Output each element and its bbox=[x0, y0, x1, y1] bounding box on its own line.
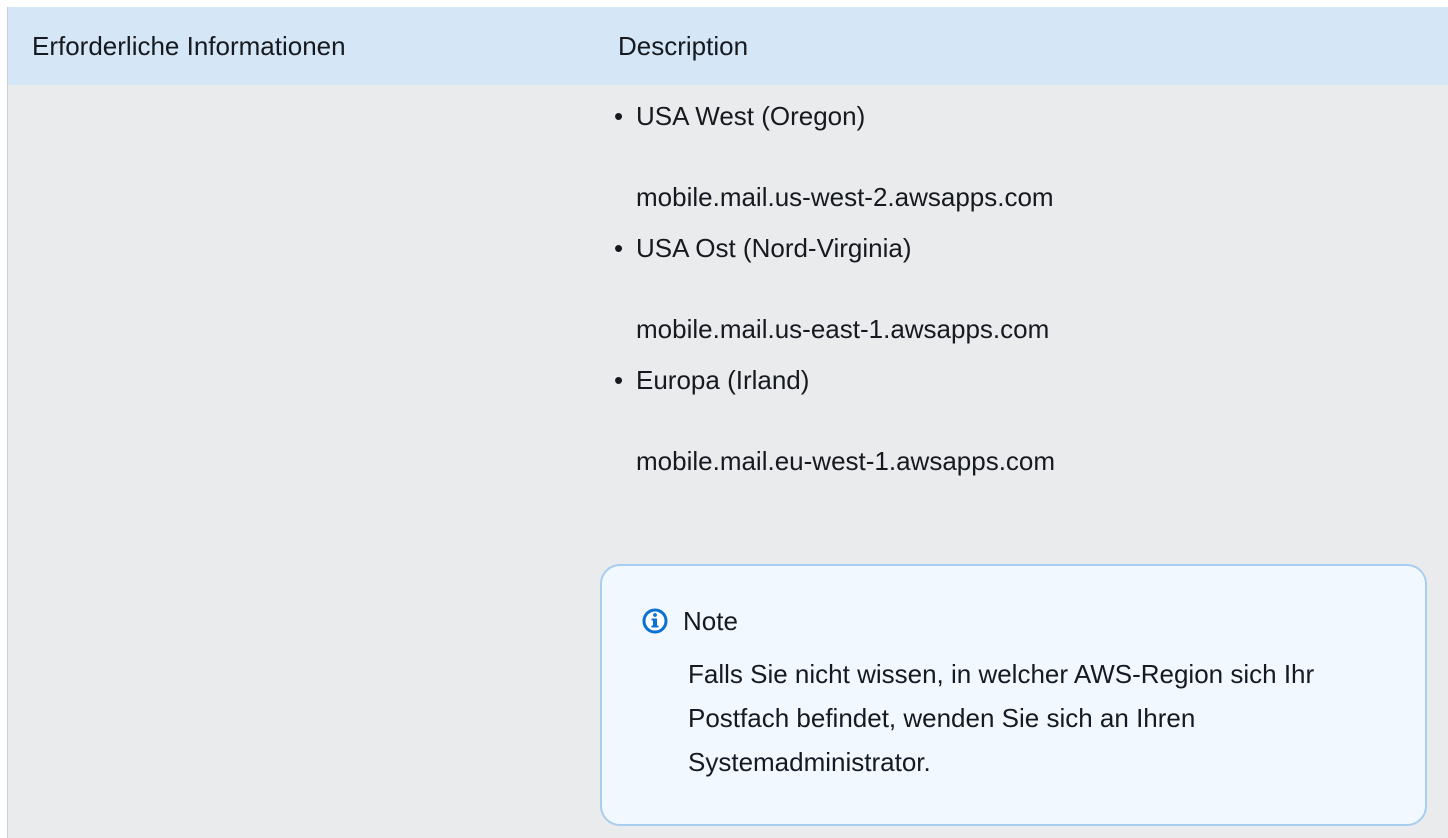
note-callout: Note Falls Sie nicht wissen, in welcher … bbox=[600, 564, 1427, 826]
region-hostname: mobile.mail.us-west-2.awsapps.com bbox=[636, 182, 1054, 212]
bullet-icon: • bbox=[614, 101, 624, 131]
note-title: Note bbox=[683, 606, 738, 636]
table-header-row: Erforderliche Informationen Description bbox=[8, 7, 1448, 85]
column-header-description: Description bbox=[618, 31, 749, 61]
note-header: Note bbox=[642, 604, 738, 638]
list-item-eu-west: • Europa (Irland) mobile.mail.eu-west-1.… bbox=[608, 349, 1428, 481]
list-item-us-east: • USA Ost (Nord-Virginia) mobile.mail.us… bbox=[608, 217, 1428, 349]
region-name: Europa (Irland) bbox=[636, 365, 810, 395]
region-name: USA Ost (Nord-Virginia) bbox=[636, 233, 912, 263]
list-item-us-west: • USA West (Oregon) mobile.mail.us-west-… bbox=[608, 85, 1428, 217]
region-hostname: mobile.mail.eu-west-1.awsapps.com bbox=[636, 446, 1056, 476]
note-body: Falls Sie nicht wissen, in welcher AWS-R… bbox=[688, 659, 1315, 777]
table-row: • USA West (Oregon) mobile.mail.us-west-… bbox=[8, 85, 1448, 838]
info-icon bbox=[642, 608, 668, 634]
requirements-table: Erforderliche Informationen Description … bbox=[7, 7, 1448, 838]
region-list: • USA West (Oregon) mobile.mail.us-west-… bbox=[608, 85, 1428, 481]
region-hostname: mobile.mail.us-east-1.awsapps.com bbox=[636, 314, 1050, 344]
column-header-required-info: Erforderliche Informationen bbox=[32, 31, 346, 61]
bullet-icon: • bbox=[614, 233, 624, 263]
bullet-icon: • bbox=[614, 365, 624, 395]
region-name: USA West (Oregon) bbox=[636, 101, 866, 131]
